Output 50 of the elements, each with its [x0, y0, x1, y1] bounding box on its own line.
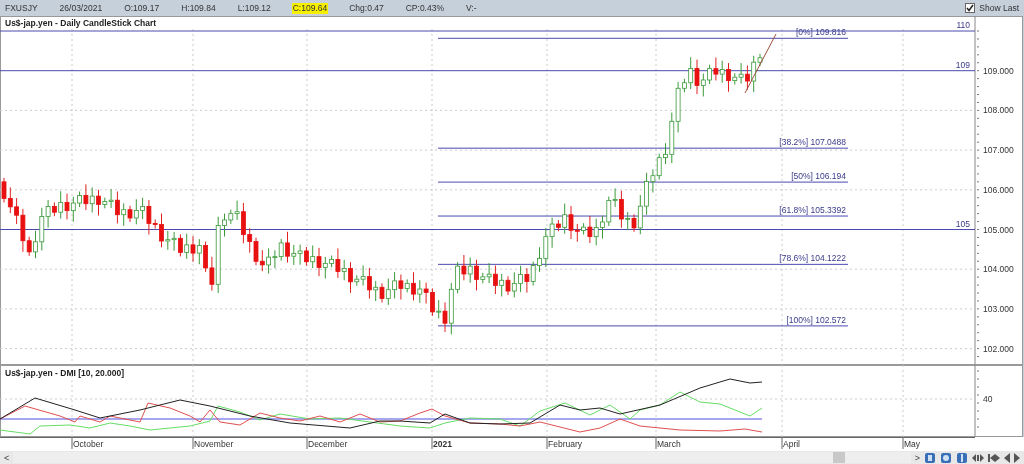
- month-label: February: [548, 439, 582, 449]
- month-label: November: [194, 439, 234, 449]
- fibonacci-label: [0%] 109.816: [795, 27, 846, 38]
- y-axis-label: 105.000: [983, 224, 1014, 235]
- month-label: October: [73, 439, 104, 449]
- chart-tool-icon[interactable]: [940, 451, 952, 464]
- next-icon[interactable]: [1014, 452, 1020, 463]
- chart-tool-icon[interactable]: [956, 451, 968, 464]
- y-axis-label: 106.000: [983, 184, 1014, 195]
- volume-value: V:-: [465, 2, 478, 14]
- previous-icon[interactable]: [1004, 452, 1010, 463]
- month-label: 2021: [433, 439, 452, 449]
- chart-tool-icon[interactable]: [924, 451, 936, 464]
- y-axis-label: 107.000: [983, 145, 1014, 156]
- expand-horizontal-icon[interactable]: [972, 452, 984, 463]
- fibonacci-label: [100%] 102.572: [786, 314, 846, 325]
- open-value: O:109.17: [123, 2, 161, 14]
- y-axis-label: 108.000: [983, 105, 1014, 116]
- level-label: 109: [955, 59, 970, 70]
- fibonacci-label: [78.6%] 104.1222: [779, 253, 846, 264]
- y-axis-label: 103.000: [983, 303, 1014, 314]
- month-label: March: [657, 439, 681, 449]
- chart-title: Us$-jap.yen - Daily CandleStick Chart: [5, 18, 157, 28]
- level-label: 110: [956, 20, 970, 30]
- low-value: L:109.12: [236, 2, 272, 14]
- fibonacci-label: [50%] 106.194: [791, 171, 846, 182]
- skip-to-start-icon[interactable]: [988, 452, 1000, 463]
- change-percent-value: CP:0.43%: [404, 2, 445, 14]
- scroll-right-arrow[interactable]: >: [914, 452, 920, 463]
- y-axis-label: 109.000: [983, 65, 1014, 76]
- y-axis-label: 102.000: [983, 343, 1014, 354]
- close-value: C:109.64: [291, 2, 329, 14]
- show-last-checkbox[interactable]: [965, 3, 976, 13]
- high-value: H:109.84: [180, 2, 217, 14]
- y-axis-label: 40: [983, 394, 993, 404]
- scrollbar-thumb[interactable]: [833, 452, 846, 463]
- symbol-text: FXUSJY: [4, 2, 39, 14]
- level-label: 105: [955, 218, 970, 229]
- change-value: Chg:0.47: [348, 2, 385, 14]
- show-last-label: Show Last: [978, 2, 1020, 14]
- month-label: December: [308, 439, 348, 449]
- fibonacci-label: [61.8%] 105.3392: [779, 205, 846, 216]
- indicator-title: Us$-jap.yen - DMI [10, 20.000]: [5, 368, 125, 378]
- month-label: May: [904, 439, 921, 449]
- fibonacci-label: [38.2%] 107.0488: [779, 137, 846, 148]
- date-text: 26/03/2021: [58, 2, 104, 14]
- month-label: April: [783, 439, 800, 449]
- scroll-left-arrow[interactable]: <: [4, 452, 10, 463]
- trend-line: [744, 33, 777, 94]
- y-axis-label: 104.000: [983, 264, 1014, 275]
